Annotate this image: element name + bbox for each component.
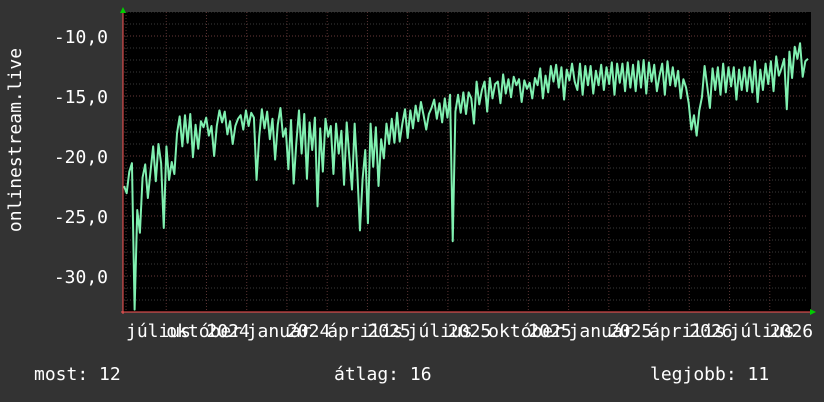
y-tick-label: -30,0 <box>54 267 108 288</box>
footer-average-value: 16 <box>409 364 432 385</box>
x-tick-label: 2025 <box>528 321 571 342</box>
y-axis-ticks: -10,0 -15,0 -20,0 -25,0 -30,0 <box>54 27 108 288</box>
x-tick-label: 2025 <box>367 321 410 342</box>
footer-best: legjobb: 11 <box>650 364 769 385</box>
y-tick-label: -20,0 <box>54 147 108 168</box>
y-axis-arrow <box>120 7 126 13</box>
x-tick-label: 2026 <box>770 321 813 342</box>
footer-now-value: 12 <box>99 364 121 385</box>
y-tick-label: -15,0 <box>54 87 108 108</box>
footer-average-label: átlag: <box>334 364 400 385</box>
footer-average: átlag: 16 <box>334 364 432 385</box>
x-tick-label: 2024 <box>287 321 330 342</box>
footer-best-label: legjobb: <box>650 364 737 385</box>
chart: -10,0 -15,0 -20,0 -25,0 -30,0 júliusoktóber2… <box>54 7 816 342</box>
footer-best-value: 11 <box>747 364 770 385</box>
x-tick-label: 2024 <box>206 321 249 342</box>
y-tick-label: -25,0 <box>54 207 108 228</box>
x-tick-label: 2026 <box>689 321 732 342</box>
x-tick-label: 2025 <box>609 321 652 342</box>
x-axis-ticks: júliusoktóber2024január2024április2025jú… <box>126 321 813 342</box>
y-tick-label: -10,0 <box>54 27 108 48</box>
footer-now-label: most: <box>34 364 89 385</box>
plot-area <box>123 12 811 312</box>
x-tick-label: 2025 <box>448 321 491 342</box>
y-axis-label: onlinestream.live <box>5 47 26 233</box>
x-axis-arrow <box>810 309 816 315</box>
footer-now: most: 12 <box>34 364 121 385</box>
